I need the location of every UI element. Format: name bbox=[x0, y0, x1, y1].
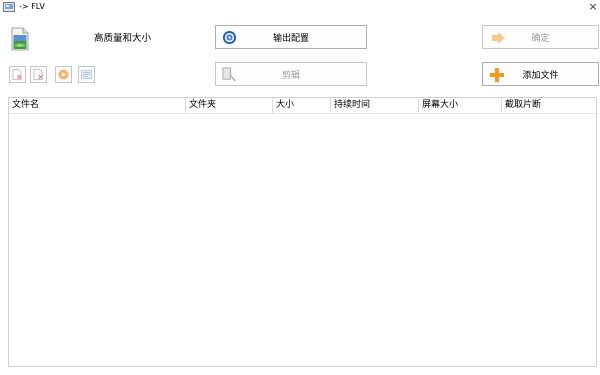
add-file-label: 添加文件 bbox=[522, 70, 559, 81]
svg-text:flv: flv bbox=[18, 44, 22, 48]
remove-item-button[interactable] bbox=[30, 66, 47, 83]
file-list[interactable]: 文件名 文件夹 大小 持续时间 屏幕大小 截取片断 bbox=[8, 97, 597, 367]
add-item-button[interactable] bbox=[9, 66, 26, 83]
confirm-button[interactable]: 确定 bbox=[482, 25, 599, 49]
close-button[interactable]: × bbox=[587, 0, 599, 14]
quality-preset-label[interactable]: 高质量和大小 bbox=[94, 33, 151, 45]
remove-item-icon bbox=[33, 69, 43, 80]
edit-label: 剪辑 bbox=[281, 70, 300, 81]
column-header-clip[interactable]: 截取片断 bbox=[502, 98, 596, 114]
quality-preset-icon[interactable]: flv bbox=[10, 27, 30, 51]
column-header-duration[interactable]: 持续时间 bbox=[331, 98, 419, 114]
app-icon bbox=[3, 2, 15, 12]
column-header-size[interactable]: 大小 bbox=[273, 98, 331, 114]
output-config-label: 输出配置 bbox=[272, 33, 309, 44]
media-info-icon bbox=[81, 70, 92, 79]
title-bar: -> FLV × bbox=[0, 0, 600, 14]
play-icon bbox=[58, 69, 69, 80]
media-info-button[interactable] bbox=[78, 66, 95, 83]
column-header-filename[interactable]: 文件名 bbox=[9, 98, 186, 114]
add-file-button[interactable]: 添加文件 bbox=[482, 62, 599, 86]
confirm-label: 确定 bbox=[531, 33, 550, 44]
column-header-screen-size[interactable]: 屏幕大小 bbox=[419, 98, 502, 114]
add-item-icon bbox=[12, 69, 22, 80]
window-title: -> FLV bbox=[19, 2, 45, 11]
output-config-button[interactable]: 输出配置 bbox=[215, 25, 367, 49]
play-button[interactable] bbox=[55, 66, 72, 83]
edit-button[interactable]: 剪辑 bbox=[215, 62, 367, 86]
column-header-folder[interactable]: 文件夹 bbox=[186, 98, 273, 114]
